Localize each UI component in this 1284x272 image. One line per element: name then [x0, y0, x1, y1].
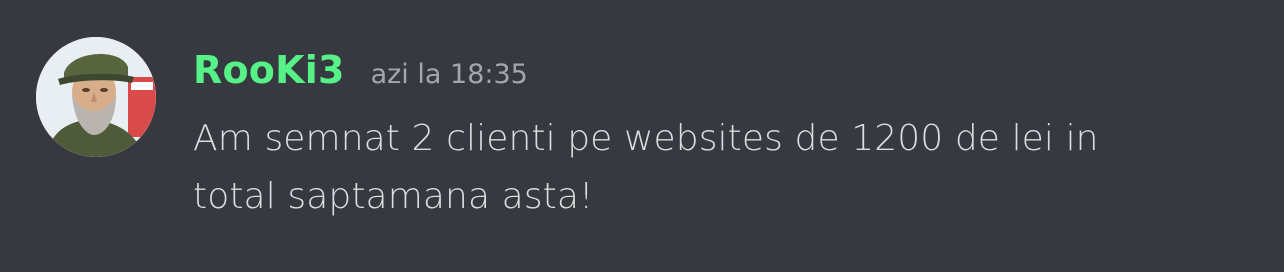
timestamp: azi la 18:35	[370, 59, 528, 90]
avatar[interactable]	[36, 37, 156, 157]
username[interactable]: RooKi3	[193, 48, 345, 92]
message-line: Am semnat 2 clienti pe websites de 1200 …	[193, 118, 1099, 159]
message-line: total saptamana asta!	[193, 176, 594, 217]
message-content: Am semnat 2 clienti pe websites de 1200 …	[193, 110, 1253, 226]
message-header: RooKi3 azi la 18:35	[193, 48, 528, 98]
chat-message: RooKi3 azi la 18:35 Am semnat 2 clienti …	[0, 0, 1284, 272]
avatar-image	[36, 37, 156, 157]
